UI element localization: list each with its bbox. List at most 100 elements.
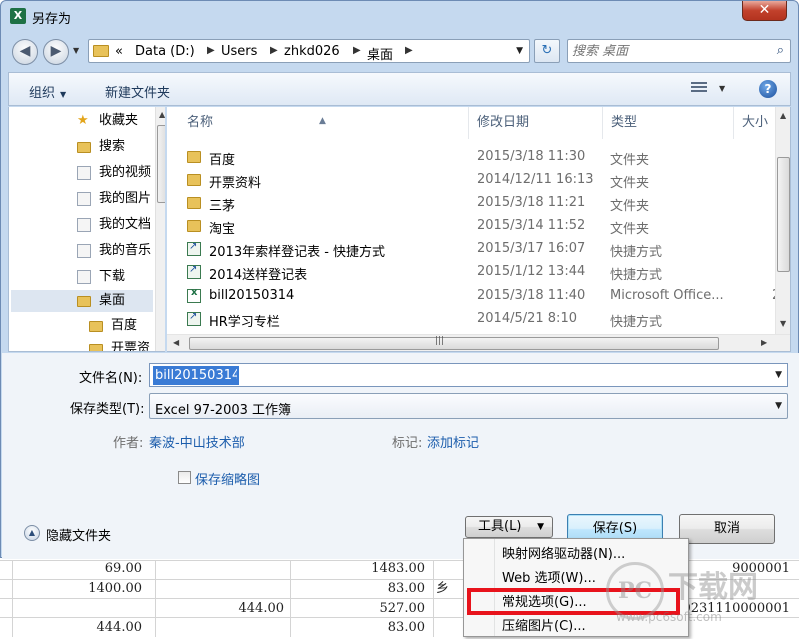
scroll-thumb[interactable] [777, 157, 790, 272]
column-header-label: 名称 [187, 115, 214, 130]
documents-icon [77, 218, 91, 232]
nav-scrollbar[interactable]: ▲ [155, 107, 165, 351]
file-date: 2015/3/18 11:40 [477, 288, 586, 303]
address-dropdown-icon[interactable]: ▼ [516, 46, 523, 56]
sheet-cell: 444.00 [96, 620, 143, 635]
tags-value[interactable]: 添加标记 [427, 432, 479, 451]
chevron-right-icon[interactable]: ▶ [353, 45, 361, 56]
filename-input[interactable] [153, 366, 239, 385]
address-overflow[interactable]: « [115, 44, 123, 59]
scroll-up-icon[interactable]: ▲ [780, 111, 786, 120]
view-options-icon[interactable] [691, 82, 707, 96]
forward-button[interactable]: ▶ [43, 39, 69, 65]
column-header-type[interactable]: 类型 [603, 107, 734, 139]
scroll-thumb[interactable] [189, 337, 719, 350]
address-bar[interactable]: « Data (D:) ▶ Users ▶ zhkd026 ▶ 桌面 ▶ ▼ [88, 39, 530, 63]
search-icon[interactable]: ⌕ [777, 43, 784, 58]
organize-button[interactable]: 组织 ▼ [29, 82, 66, 101]
new-folder-button[interactable]: 新建文件夹 [105, 82, 170, 101]
excel-file-icon [187, 287, 201, 303]
scroll-down-icon[interactable]: ▼ [780, 319, 786, 328]
file-date: 2015/3/17 16:07 [477, 241, 586, 256]
file-type: Microsoft Office... [610, 288, 724, 303]
nav-item-pictures[interactable]: 我的图片 [9, 188, 152, 210]
chevron-down-icon[interactable]: ▼ [775, 370, 782, 380]
nav-item-label: 我的视频 [99, 165, 152, 180]
file-row[interactable]: 开票资料 2014/12/11 16:13 文件夹 [167, 169, 775, 192]
filename-combobox[interactable]: ▼ [149, 363, 788, 387]
save-options-area: 文件名(N): ▼ 保存类型(T): Excel 97-2003 工作簿 ▼ 作… [2, 353, 799, 559]
chevron-right-icon[interactable]: ▶ [405, 45, 413, 56]
address-segment-users[interactable]: Users [221, 44, 257, 59]
file-list-vertical-scrollbar[interactable]: ▲ ▼ [775, 107, 790, 334]
column-header-date[interactable]: 修改日期 [469, 107, 603, 139]
file-row[interactable]: bill20150314 2015/3/18 11:40 Microsoft O… [167, 285, 780, 308]
nav-item-downloads[interactable]: 下载 [9, 266, 149, 288]
file-type: 文件夹 [610, 199, 650, 214]
file-type: 文件夹 [610, 222, 650, 237]
nav-item-music[interactable]: 我的音乐 [9, 240, 151, 262]
nav-item-label: 我的文档 [99, 217, 152, 232]
dialog-title: 另存为 [32, 12, 72, 27]
search-folder-icon [77, 142, 91, 153]
nav-item-label: 我的图片 [99, 191, 152, 206]
nav-item-baidu[interactable]: 百度 [9, 315, 149, 337]
shortcut-icon [187, 241, 201, 256]
filetype-select[interactable]: Excel 97-2003 工作簿 ▼ [149, 393, 788, 419]
file-row[interactable]: 2013年索样登记表 - 快捷方式 2015/3/17 16:07 快捷方式 [167, 238, 775, 261]
scroll-thumb[interactable] [157, 125, 165, 203]
collapse-icon[interactable]: ▲ [24, 525, 40, 541]
author-value[interactable]: 秦波-中山技术部 [149, 432, 245, 451]
shortcut-icon [187, 264, 201, 279]
view-dropdown-icon[interactable]: ▼ [719, 84, 725, 93]
file-date: 2015/3/18 11:30 [477, 149, 586, 164]
address-segment-user[interactable]: zhkd026 [284, 44, 340, 59]
nav-item-favorites[interactable]: ★ 收藏夹 [9, 110, 149, 132]
address-segment-drive[interactable]: Data (D:) [135, 44, 195, 59]
pictures-icon [77, 192, 91, 206]
chevron-right-icon[interactable]: ▶ [207, 45, 215, 56]
nav-item-label: 收藏夹 [99, 113, 139, 128]
nav-item-search[interactable]: 搜索 [9, 136, 149, 158]
downloads-icon [77, 270, 91, 284]
cancel-button[interactable]: 取消 [679, 514, 775, 544]
search-box[interactable]: ⌕ [567, 39, 791, 63]
save-thumbnail-label[interactable]: 保存缩略图 [195, 469, 260, 488]
file-row[interactable]: 百度 2015/3/18 11:30 文件夹 [167, 146, 775, 169]
save-thumbnail-checkbox[interactable] [178, 471, 191, 484]
column-header-name[interactable]: 名称 ▲ [167, 107, 469, 139]
nav-item-invoice[interactable]: 开票资 [9, 338, 150, 351]
help-icon[interactable]: ? [759, 80, 777, 98]
refresh-button[interactable]: ↻ [534, 39, 560, 63]
hide-folders-link[interactable]: 隐藏文件夹 [46, 525, 111, 544]
search-input[interactable] [572, 42, 762, 60]
file-row[interactable]: 三茅 2015/3/18 11:21 文件夹 [167, 192, 775, 215]
column-header-size[interactable]: 大小 [734, 107, 775, 139]
nav-item-documents[interactable]: 我的文档 [9, 214, 152, 236]
close-button[interactable]: ✕ [742, 1, 787, 21]
nav-item-videos[interactable]: 我的视频 [9, 162, 152, 184]
back-button[interactable]: ◀ [12, 39, 38, 65]
file-name: 淘宝 [209, 222, 236, 237]
nav-item-label: 桌面 [99, 293, 126, 308]
file-type: 快捷方式 [610, 315, 663, 330]
music-icon [77, 244, 91, 258]
nav-item-desktop[interactable]: 桌面 [11, 290, 153, 312]
command-toolbar: 组织 ▼ 新建文件夹 ▼ ? [8, 72, 791, 106]
file-row[interactable]: HR学习专栏 2014/5/21 8:10 快捷方式 [167, 308, 775, 331]
address-segment-desktop[interactable]: 桌面 [367, 44, 393, 63]
file-row[interactable]: 淘宝 2015/3/14 11:52 文件夹 [167, 215, 775, 238]
scroll-right-icon[interactable]: ▶ [761, 338, 767, 347]
scroll-left-icon[interactable]: ◀ [173, 338, 179, 347]
title-bar[interactable]: X 另存为 ✕ [1, 1, 798, 31]
chevron-down-icon[interactable]: ▼ [775, 401, 782, 411]
tools-button[interactable]: 工具(L) ▼ [465, 516, 553, 538]
file-list-horizontal-scrollbar[interactable]: ◀ ||| ▶ [167, 334, 790, 351]
scroll-up-icon[interactable]: ▲ [159, 110, 165, 119]
desktop-icon [77, 296, 91, 307]
recent-locations-dropdown[interactable]: ▼ [73, 46, 79, 55]
sheet-cell: 83.00 [387, 620, 425, 635]
file-row[interactable]: 2014送样登记表 2015/1/12 13:44 快捷方式 [167, 261, 775, 284]
nav-item-label: 搜索 [99, 139, 126, 154]
chevron-right-icon[interactable]: ▶ [270, 45, 278, 56]
